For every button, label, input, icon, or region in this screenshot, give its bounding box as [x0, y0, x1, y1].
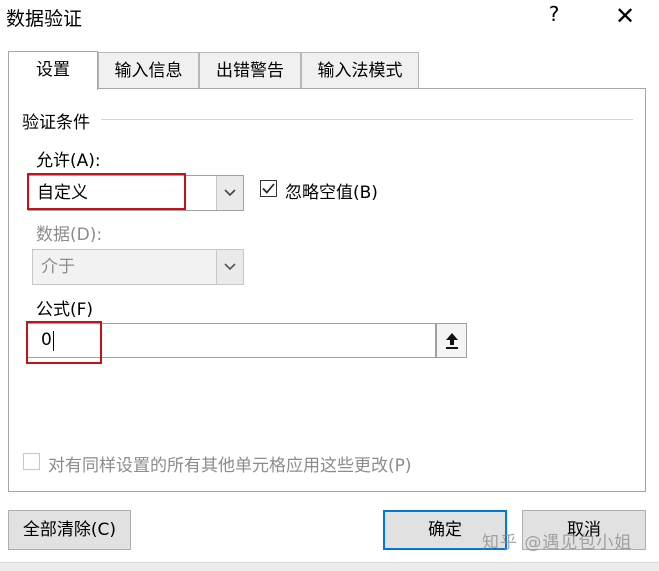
checkmark-icon: [262, 183, 275, 194]
settings-panel: [8, 88, 646, 492]
validation-criteria-label: 验证条件: [22, 113, 90, 133]
allow-select-value: 自定义: [37, 183, 88, 203]
tab-ime-mode[interactable]: 输入法模式: [301, 52, 419, 88]
apply-all-checkbox[interactable]: [23, 453, 40, 470]
formula-input[interactable]: 0: [26, 323, 436, 358]
tab-error-alert[interactable]: 出错警告: [199, 52, 301, 88]
data-select[interactable]: 介于: [32, 249, 244, 285]
ignore-blank-checkbox[interactable]: [260, 180, 277, 197]
formula-input-value: 0: [41, 330, 52, 350]
allow-select[interactable]: 自定义: [28, 175, 244, 211]
apply-all-label: 对有同样设置的所有其他单元格应用这些更改(P): [48, 456, 412, 476]
text-caret: [53, 331, 54, 351]
collapse-dialog-button[interactable]: [436, 323, 467, 358]
tab-settings[interactable]: 设置: [8, 51, 98, 90]
group-divider: [101, 119, 633, 120]
watermark: 知乎 @遇见包小姐: [482, 533, 633, 553]
upload-arrow-icon: [445, 332, 458, 349]
chevron-down-icon[interactable]: [216, 250, 243, 284]
formula-label: 公式(F): [36, 300, 94, 320]
data-label: 数据(D):: [36, 225, 103, 245]
allow-label: 允许(A):: [36, 151, 101, 171]
dialog-title: 数据验证: [6, 8, 83, 30]
chevron-down-icon[interactable]: [216, 176, 243, 210]
data-select-value: 介于: [41, 257, 75, 277]
help-button[interactable]: ?: [544, 2, 564, 26]
close-button[interactable]: ✕: [612, 2, 638, 30]
clear-all-button[interactable]: 全部清除(C): [8, 510, 131, 550]
ignore-blank-label[interactable]: 忽略空值(B): [285, 178, 378, 203]
tab-input-message[interactable]: 输入信息: [98, 52, 199, 88]
